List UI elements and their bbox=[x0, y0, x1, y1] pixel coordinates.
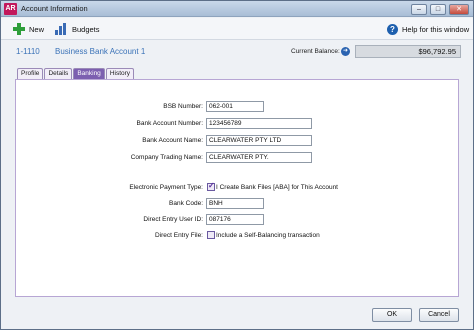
banking-panel: BSB Number: 062-001 Bank Account Number:… bbox=[15, 79, 459, 297]
budgets-button[interactable]: Budgets bbox=[55, 22, 100, 36]
account-name: Business Bank Account 1 bbox=[55, 47, 146, 56]
self-balancing-label: Include a Self-Balancing transaction bbox=[216, 232, 320, 239]
tab-bar: Profile Details Banking History bbox=[17, 68, 135, 79]
window-title: Account Information bbox=[21, 4, 88, 13]
account-information-window: AR Account Information – □ ✕ New Budgets… bbox=[0, 0, 474, 330]
bank-account-number-field[interactable]: 123456789 bbox=[206, 118, 312, 129]
direct-entry-user-id-field[interactable]: 087176 bbox=[206, 214, 264, 225]
electronic-payment-type-label: Electronic Payment Type: bbox=[129, 184, 203, 191]
direct-entry-user-id-label: Direct Entry User ID: bbox=[143, 216, 203, 223]
arrow-right-icon[interactable]: ➜ bbox=[341, 47, 350, 56]
tab-profile[interactable]: Profile bbox=[17, 68, 44, 79]
toolbar: New Budgets ? Help for this window bbox=[1, 18, 473, 40]
cancel-button[interactable]: Cancel bbox=[419, 308, 459, 322]
app-logo-icon: AR bbox=[4, 3, 17, 15]
bank-code-field[interactable]: BNH bbox=[206, 198, 264, 209]
direct-entry-file-label: Direct Entry File: bbox=[154, 232, 203, 239]
tab-banking[interactable]: Banking bbox=[73, 68, 105, 79]
current-balance-value: $96,792.95 bbox=[355, 45, 461, 58]
company-trading-name-field[interactable]: CLEARWATER PTY. bbox=[206, 152, 312, 163]
new-button[interactable]: New bbox=[13, 22, 44, 36]
company-trading-name-label: Company Trading Name: bbox=[130, 154, 203, 161]
help-button[interactable]: ? Help for this window bbox=[387, 22, 469, 36]
bsb-label: BSB Number: bbox=[163, 103, 203, 110]
help-icon: ? bbox=[387, 23, 398, 35]
create-bank-files-checkbox[interactable] bbox=[207, 181, 215, 191]
current-balance-label: Current Balance: bbox=[291, 48, 340, 55]
bar-chart-icon bbox=[55, 23, 68, 35]
budgets-button-label: Budgets bbox=[72, 24, 100, 34]
new-button-label: New bbox=[29, 24, 45, 34]
create-bank-files-label: I Create Bank Files [ABA] for This Accou… bbox=[216, 184, 338, 191]
bank-account-name-field[interactable]: CLEARWATER PTY LTD bbox=[206, 135, 312, 146]
minimize-button[interactable]: – bbox=[411, 4, 427, 15]
bsb-field[interactable]: 062-001 bbox=[206, 101, 264, 112]
bank-account-name-label: Bank Account Name: bbox=[142, 137, 203, 144]
maximize-button[interactable]: □ bbox=[430, 4, 446, 15]
plus-icon bbox=[13, 23, 25, 35]
close-button[interactable]: ✕ bbox=[449, 4, 469, 15]
help-button-label: Help for this window bbox=[402, 24, 470, 34]
title-bar[interactable]: AR Account Information – □ ✕ bbox=[1, 1, 473, 17]
tab-details[interactable]: Details bbox=[44, 68, 73, 79]
self-balancing-checkbox[interactable] bbox=[207, 231, 215, 239]
bank-account-number-label: Bank Account Number: bbox=[136, 120, 203, 127]
tab-history[interactable]: History bbox=[105, 68, 135, 79]
ok-button[interactable]: OK bbox=[372, 308, 412, 322]
bank-code-label: Bank Code: bbox=[169, 200, 203, 207]
account-number: 1-1110 bbox=[16, 47, 40, 56]
